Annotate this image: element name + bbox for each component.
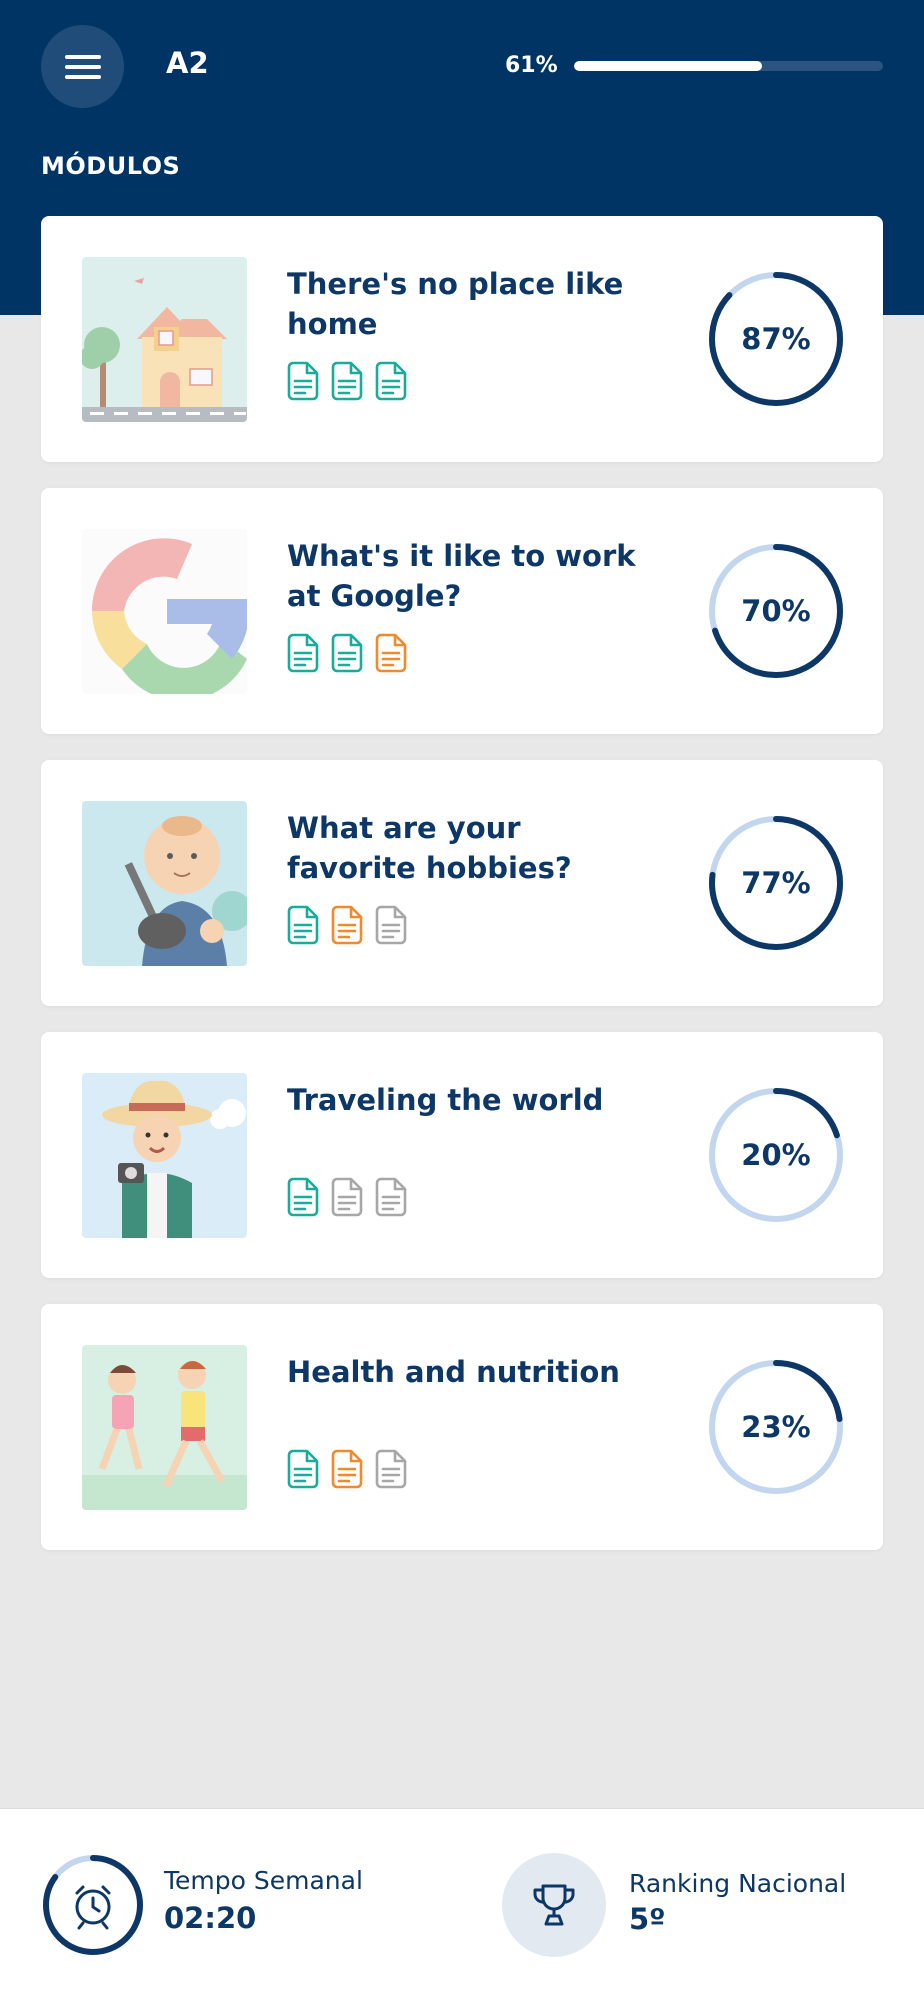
doc-todo-icon bbox=[375, 1177, 407, 1217]
module-title: There's no place like home bbox=[287, 267, 624, 341]
module-thumbnail-google bbox=[82, 529, 247, 694]
module-progress-ring: 23% bbox=[705, 1356, 847, 1498]
module-progress-ring: 77% bbox=[705, 812, 847, 954]
module-thumbnail-runners bbox=[82, 1345, 247, 1510]
doc-todo-icon bbox=[375, 1449, 407, 1489]
weekly-time-label: Tempo Semanal bbox=[164, 1866, 363, 1895]
lesson-docs bbox=[286, 905, 408, 945]
module-card[interactable]: What are your favorite hobbies? 77% bbox=[41, 760, 883, 1006]
section-title: MÓDULOS bbox=[41, 152, 181, 180]
doc-done-icon bbox=[375, 361, 407, 401]
module-progress-label: 70% bbox=[741, 594, 811, 628]
alarm-clock-icon bbox=[75, 1885, 111, 1930]
overall-progress-label: 61% bbox=[505, 53, 558, 78]
doc-done-icon bbox=[287, 905, 319, 945]
module-thumbnail-house bbox=[82, 257, 247, 422]
doc-partial-icon bbox=[375, 633, 407, 673]
overall-progress-bar bbox=[574, 61, 883, 71]
module-thumbnail-traveler bbox=[82, 1073, 247, 1238]
module-progress-label: 87% bbox=[741, 322, 811, 356]
module-title: What are your favorite hobbies? bbox=[287, 811, 572, 885]
module-title: What's it like to work at Google? bbox=[287, 539, 636, 613]
module-card[interactable]: Health and nutrition 23% bbox=[41, 1304, 883, 1550]
ranking-label: Ranking Nacional bbox=[629, 1869, 847, 1898]
module-progress-label: 20% bbox=[741, 1138, 811, 1172]
hamburger-icon bbox=[64, 54, 101, 79]
doc-todo-icon bbox=[375, 905, 407, 945]
module-progress-ring: 20% bbox=[705, 1084, 847, 1226]
doc-done-icon bbox=[287, 361, 319, 401]
trophy-icon bbox=[533, 1884, 575, 1926]
ranking-button[interactable] bbox=[502, 1853, 606, 1957]
module-card[interactable]: There's no place like home 87% bbox=[41, 216, 883, 462]
module-progress-label: 23% bbox=[741, 1410, 811, 1444]
doc-done-icon bbox=[287, 1177, 319, 1217]
doc-partial-icon bbox=[331, 905, 363, 945]
doc-done-icon bbox=[331, 361, 363, 401]
lesson-docs bbox=[286, 1449, 408, 1489]
module-progress-label: 77% bbox=[741, 866, 811, 900]
module-progress-ring: 70% bbox=[705, 540, 847, 682]
doc-todo-icon bbox=[331, 1177, 363, 1217]
lesson-docs bbox=[286, 361, 408, 401]
module-card[interactable]: Traveling the world 20% bbox=[41, 1032, 883, 1278]
overall-progress-fill bbox=[574, 61, 763, 71]
doc-done-icon bbox=[331, 633, 363, 673]
menu-button[interactable] bbox=[41, 25, 124, 108]
lesson-docs bbox=[286, 633, 408, 673]
ranking-value: 5º bbox=[629, 1902, 666, 1936]
lesson-docs bbox=[286, 1177, 408, 1217]
bottom-bar: Tempo Semanal 02:20 Ranking Nacional 5º bbox=[0, 1808, 924, 2000]
module-title: Traveling the world bbox=[287, 1083, 604, 1117]
module-title: Health and nutrition bbox=[287, 1355, 620, 1389]
doc-done-icon bbox=[287, 633, 319, 673]
doc-partial-icon bbox=[331, 1449, 363, 1489]
doc-done-icon bbox=[287, 1449, 319, 1489]
level-label: A2 bbox=[166, 46, 209, 80]
module-card[interactable]: What's it like to work at Google? 70% bbox=[41, 488, 883, 734]
weekly-time-button[interactable] bbox=[41, 1853, 145, 1957]
module-thumbnail-hobbies bbox=[82, 801, 247, 966]
weekly-time-value: 02:20 bbox=[164, 1901, 257, 1935]
module-progress-ring: 87% bbox=[705, 268, 847, 410]
